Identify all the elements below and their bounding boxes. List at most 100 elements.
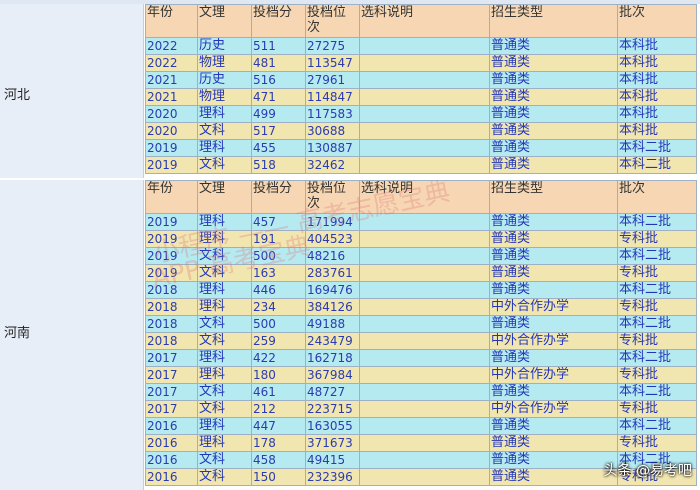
cell-batch: 本科批 (617, 37, 697, 55)
cell-batch: 专科批 (617, 230, 697, 248)
cell-rank: 32462 (305, 156, 360, 174)
table-row: 2022 历史 511 27275 普通类 本科批 (145, 37, 697, 55)
cell-rank: 243479 (305, 332, 360, 350)
cell-subject: 文科 (197, 383, 252, 401)
cell-year: 2018 (145, 281, 198, 299)
cell-type: 普通类 (489, 281, 618, 299)
cell-subject: 理科 (197, 417, 252, 435)
table-row: 2018 理科 234 384126 中外合作办学 专科批 (145, 298, 697, 316)
table-row: 2019 文科 163 283761 普通类 专科批 (145, 264, 697, 282)
cell-note (359, 298, 490, 316)
table-header: 年份 文理 投档分 投档位次 选科说明 招生类型 批次 (145, 180, 697, 214)
cell-type: 普通类 (489, 383, 618, 401)
column-header-subject: 文理 (197, 4, 252, 38)
column-header-year: 年份 (145, 180, 198, 214)
cell-batch: 专科批 (617, 298, 697, 316)
source-credit: 头条 @易考吧 (603, 463, 692, 479)
cell-year: 2019 (145, 264, 198, 282)
cell-subject: 理科 (197, 230, 252, 248)
cell-batch: 本科批 (617, 88, 697, 106)
cell-subject: 理科 (197, 349, 252, 367)
column-header-score: 投档分 (251, 180, 306, 214)
page: 河北 年份 文理 投档分 投档位次 选科说明 招生类型 批次 2022 历史 511 27275 普通… (0, 0, 700, 490)
table-header: 年份 文理 投档分 投档位次 选科说明 招生类型 批次 (145, 4, 697, 38)
cell-score: 517 (251, 122, 306, 140)
cell-note (359, 139, 490, 157)
column-header-subject: 文理 (197, 180, 252, 214)
cell-subject: 理科 (197, 434, 252, 452)
cell-year: 2017 (145, 349, 198, 367)
cell-score: 457 (251, 213, 306, 231)
column-header-rank: 投档位次 (305, 180, 360, 214)
cell-type: 普通类 (489, 37, 618, 55)
cell-score: 446 (251, 281, 306, 299)
cell-type: 普通类 (489, 105, 618, 123)
cell-rank: 163055 (305, 417, 360, 435)
province-name: 河南 (4, 326, 31, 341)
cell-rank: 169476 (305, 281, 360, 299)
column-header-note: 选科说明 (359, 4, 490, 38)
table-row: 2021 物理 471 114847 普通类 本科批 (145, 88, 697, 106)
cell-note (359, 156, 490, 174)
cell-subject: 理科 (197, 213, 252, 231)
table-row: 2016 理科 178 371673 普通类 专科批 (145, 434, 697, 452)
table-row: 2020 文科 517 30688 普通类 本科批 (145, 122, 697, 140)
cell-subject: 文科 (197, 264, 252, 282)
table-row: 2019 文科 518 32462 普通类 本科二批 (145, 156, 697, 174)
cell-type: 普通类 (489, 156, 618, 174)
cell-batch: 专科批 (617, 366, 697, 384)
cell-score: 511 (251, 37, 306, 55)
cell-note (359, 315, 490, 333)
cell-type: 普通类 (489, 349, 618, 367)
cell-type: 普通类 (489, 213, 618, 231)
cell-note (359, 451, 490, 469)
cell-year: 2019 (145, 230, 198, 248)
cell-type: 普通类 (489, 71, 618, 89)
cell-year: 2019 (145, 156, 198, 174)
cell-type: 中外合作办学 (489, 332, 618, 350)
cell-subject: 文科 (197, 332, 252, 350)
cell-type: 普通类 (489, 434, 618, 452)
table-row: 2017 文科 461 48727 普通类 本科二批 (145, 383, 697, 401)
cell-year: 2016 (145, 468, 198, 486)
province-name: 河北 (4, 88, 31, 103)
cell-note (359, 417, 490, 435)
cell-subject: 文科 (197, 400, 252, 418)
cell-batch: 本科二批 (617, 213, 697, 231)
province-cell-henan: 河南 (0, 180, 144, 490)
column-header-batch: 批次 (617, 4, 697, 38)
cell-note (359, 383, 490, 401)
cell-rank: 162718 (305, 349, 360, 367)
cell-subject: 理科 (197, 281, 252, 299)
table-row: 2019 理科 457 171994 普通类 本科二批 (145, 213, 697, 231)
cell-rank: 30688 (305, 122, 360, 140)
cell-note (359, 366, 490, 384)
cell-rank: 404523 (305, 230, 360, 248)
cell-type: 中外合作办学 (489, 366, 618, 384)
cell-score: 455 (251, 139, 306, 157)
cell-note (359, 71, 490, 89)
cell-type: 普通类 (489, 122, 618, 140)
cell-batch: 专科批 (617, 332, 697, 350)
cell-rank: 117583 (305, 105, 360, 123)
cell-type: 中外合作办学 (489, 400, 618, 418)
cell-note (359, 349, 490, 367)
cell-score: 499 (251, 105, 306, 123)
cell-rank: 49188 (305, 315, 360, 333)
score-table-henan: 年份 文理 投档分 投档位次 选科说明 招生类型 批次 2019 理科 457 171994 普通类本… (145, 180, 697, 486)
cell-note (359, 264, 490, 282)
cell-rank: 48216 (305, 247, 360, 265)
table-row: 2016 理科 447 163055 普通类 本科二批 (145, 417, 697, 435)
cell-year: 2017 (145, 383, 198, 401)
column-header-year: 年份 (145, 4, 198, 38)
cell-rank: 232396 (305, 468, 360, 486)
cell-subject: 理科 (197, 298, 252, 316)
cell-score: 447 (251, 417, 306, 435)
cell-year: 2020 (145, 122, 198, 140)
cell-type: 普通类 (489, 230, 618, 248)
cell-score: 180 (251, 366, 306, 384)
cell-subject: 历史 (197, 71, 252, 89)
cell-type: 普通类 (489, 139, 618, 157)
cell-year: 2019 (145, 139, 198, 157)
cell-subject: 物理 (197, 88, 252, 106)
